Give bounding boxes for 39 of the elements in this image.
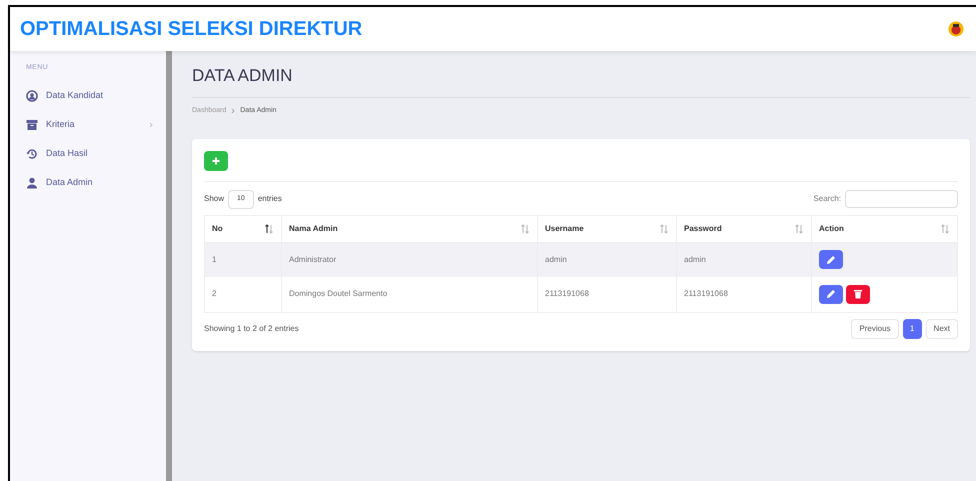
page-button[interactable]: 1 — [902, 318, 922, 338]
show-label: Show — [204, 193, 224, 206]
edit-button[interactable] — [819, 284, 843, 304]
trash-icon — [853, 289, 863, 300]
column-header[interactable]: Nama Admin — [282, 215, 538, 242]
user-icon — [26, 177, 38, 189]
sidebar-item[interactable]: Kriteria — [26, 110, 154, 140]
pencil-icon — [826, 289, 836, 300]
search-field[interactable] — [845, 190, 958, 208]
sort-icon[interactable] — [264, 224, 274, 234]
table-cell: Domingos Doutel Sarmento — [282, 277, 538, 312]
chevron-right-icon — [230, 108, 236, 114]
column-header[interactable]: Action — [812, 215, 958, 242]
user-circle-icon — [26, 90, 38, 102]
history-icon — [26, 148, 38, 160]
column-header[interactable]: Username — [538, 215, 676, 242]
sidebar-item[interactable]: Data Hasil — [26, 140, 154, 168]
sidebar-item[interactable]: Data Admin — [26, 168, 154, 198]
next-button[interactable]: Next — [926, 318, 958, 338]
edit-button[interactable] — [819, 250, 843, 270]
table-cell: 2 — [204, 277, 282, 312]
add-button[interactable] — [204, 151, 228, 171]
delete-button[interactable] — [846, 284, 870, 304]
column-header[interactable]: Password — [676, 215, 812, 242]
archive-icon — [26, 119, 38, 131]
column-header[interactable]: No — [204, 215, 282, 242]
table-cell: 2113191068 — [676, 277, 812, 312]
app-title: OPTIMALISASI SELEKSI DIREKTUR — [20, 17, 362, 42]
entries-label: entries — [258, 193, 282, 206]
pencil-icon — [826, 254, 836, 265]
page-title: DATA ADMIN — [192, 63, 970, 98]
entries-info: Showing 1 to 2 of 2 entries — [204, 322, 299, 334]
previous-button[interactable]: Previous — [851, 318, 899, 338]
search-label: Search: — [813, 193, 841, 206]
chevron-right-icon — [148, 122, 154, 128]
plus-icon — [212, 157, 220, 165]
sidebar-item[interactable]: Data Kandidat — [26, 82, 154, 110]
emblem-logo-icon — [948, 21, 964, 37]
table-cell: 2113191068 — [538, 277, 676, 312]
